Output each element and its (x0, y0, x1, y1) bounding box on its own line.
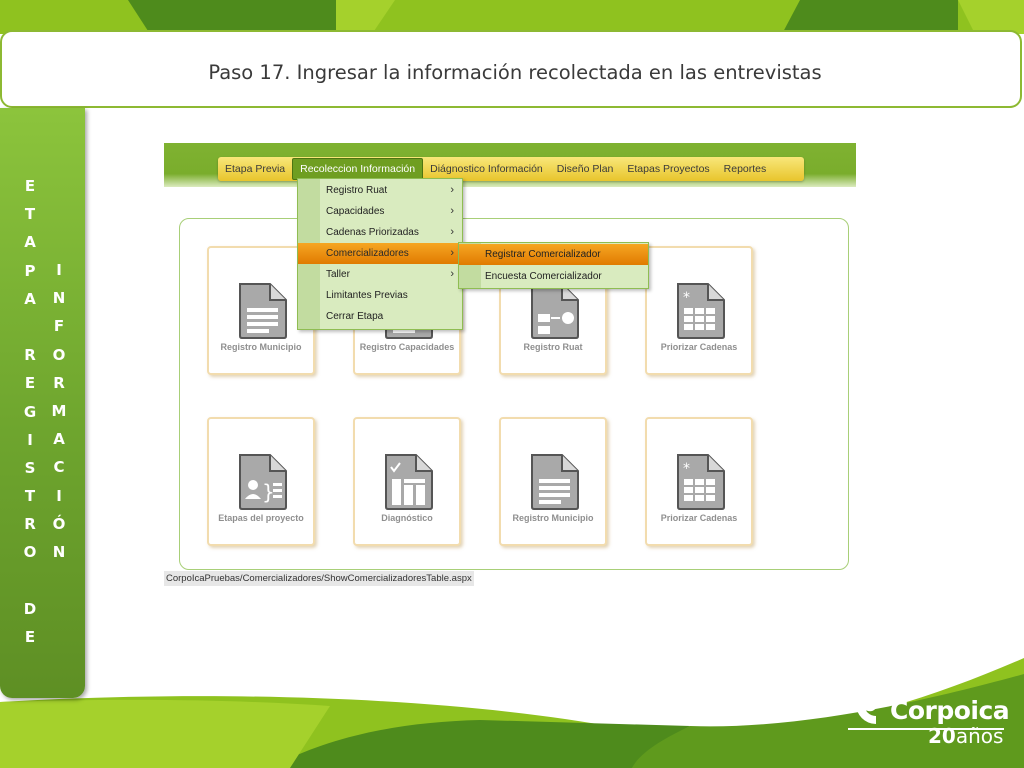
slide-title: Paso 17. Ingresar la información recolec… (208, 60, 822, 84)
flowchart-document-icon (531, 283, 579, 339)
svg-text:*: * (683, 461, 690, 477)
document-lines-icon (531, 454, 579, 510)
side-col1-letter: E (24, 374, 36, 393)
menu-item-capacidades[interactable]: Capacidades › (298, 201, 462, 222)
menu-item-cerrar-etapa[interactable]: Cerrar Etapa (298, 306, 462, 327)
side-col2-letter: C (53, 458, 65, 477)
chevron-right-icon: › (450, 226, 454, 238)
menu-item-cadenas-priorizadas[interactable]: Cadenas Priorizadas › (298, 222, 462, 243)
menu-item-label: Cadenas Priorizadas (326, 227, 419, 238)
side-col2-letter: F (53, 317, 65, 336)
tile-label: Registro Capacidades (359, 342, 455, 352)
checklist-chart-document-icon (385, 454, 433, 510)
logo-years-number: 20 (928, 724, 956, 748)
side-col2-letter: A (53, 430, 65, 449)
menu-item-label: Taller (326, 269, 350, 280)
side-col2-letter: R (53, 373, 65, 392)
side-col2-letter: N (52, 289, 66, 308)
side-panel: ETAPAREGISTRODE INFORMACIÓN (0, 108, 85, 698)
side-col1-letter: R (24, 515, 36, 534)
tile-priorizar-cadenas-2[interactable]: * Priorizar Cadenas (645, 417, 753, 546)
side-col1-letter: G (23, 402, 37, 421)
nav-recoleccion-informacion[interactable]: Recoleccion Información (292, 158, 424, 180)
tile-label: Diagnóstico (381, 513, 433, 523)
tile-label: Registro Municipio (512, 513, 594, 523)
side-col2-letter: M (51, 401, 67, 420)
chevron-right-icon: › (450, 205, 454, 217)
recoleccion-dropdown-menu: Registro Ruat › Capacidades › Cadenas Prio… (297, 178, 463, 330)
tile-label: Priorizar Cadenas (660, 342, 738, 352)
tile-registro-municipio-2[interactable]: Registro Municipio (499, 417, 607, 546)
side-col2-letter: Ó (52, 514, 66, 533)
side-col1-letter: P (24, 261, 36, 280)
chevron-right-icon: › (450, 268, 454, 280)
tile-etapas-del-proyecto[interactable]: } Etapas del proyecto (207, 417, 315, 546)
side-col1-letter: R (24, 346, 36, 365)
nav-etapas-proyectos[interactable]: Etapas Proyectos (620, 157, 716, 181)
menu-item-comercializadores[interactable]: Comercializadores › (298, 243, 462, 264)
side-col1-letter: S (24, 458, 36, 477)
logo-years-text: años (955, 724, 1004, 748)
side-col2-letter: N (52, 542, 66, 561)
side-col1-letter (20, 313, 40, 341)
person-braces-document-icon: } (239, 454, 287, 510)
svg-text:}: } (262, 480, 275, 504)
slide-title-bar: Paso 17. Ingresar la información recolec… (0, 30, 1022, 108)
nav-diseno-plan[interactable]: Diseño Plan (550, 157, 621, 181)
chevron-right-icon: › (450, 247, 454, 259)
tile-label: Priorizar Cadenas (660, 513, 738, 523)
side-vertical-text-informacion: INFORMACIÓN (49, 256, 69, 566)
status-bar-url: CorpoIcaPruebas/Comercializadores/ShowCo… (164, 571, 474, 586)
svg-text:*: * (683, 290, 690, 306)
tile-label: Registro Municipio (220, 342, 302, 352)
side-col2-letter: I (56, 486, 62, 505)
side-vertical-text-etapa-registro-de: ETAPAREGISTRODE (20, 172, 40, 651)
top-decoration (0, 0, 1024, 34)
menu-item-taller[interactable]: Taller › (298, 264, 462, 285)
tile-priorizar-cadenas[interactable]: * Priorizar Cadenas (645, 246, 753, 375)
tile-diagnostico[interactable]: Diagnóstico (353, 417, 461, 546)
grid-star-document-icon: * (677, 454, 725, 510)
side-col1-letter: E (24, 177, 36, 195)
side-col2-letter: I (56, 261, 62, 279)
menu-item-label: Limitantes Previas (326, 290, 408, 301)
grid-star-document-icon: * (677, 283, 725, 339)
comercializadores-submenu: Registrar Comercializador Encuesta Comer… (458, 242, 649, 289)
side-col1-letter: A (24, 289, 36, 308)
nav-etapa-previa[interactable]: Etapa Previa (218, 157, 292, 181)
chevron-right-icon: › (450, 184, 454, 196)
tile-label: Registro Ruat (523, 342, 583, 352)
menu-item-label: Comercializadores (326, 248, 409, 259)
submenu-item-registrar-comercializador[interactable]: Registrar Comercializador (459, 244, 648, 265)
document-lines-icon (239, 283, 287, 339)
tile-label: Etapas del proyecto (218, 513, 304, 523)
logo-wordmark: Corpoica (890, 696, 1010, 725)
menu-item-label: Cerrar Etapa (326, 311, 384, 322)
menu-item-label: Registro Ruat (326, 185, 388, 196)
side-col1-letter: T (24, 487, 36, 506)
submenu-item-encuesta-comercializador[interactable]: Encuesta Comercializador (459, 266, 648, 287)
menu-item-registro-ruat[interactable]: Registro Ruat › (298, 180, 462, 201)
nav-reportes[interactable]: Reportes (717, 157, 774, 181)
logo-anniversary: 20años (928, 724, 1003, 748)
app-screenshot: Etapa Previa Recoleccion Información Diá… (164, 143, 856, 587)
side-col1-letter: A (24, 233, 36, 252)
side-col1-letter: E (24, 628, 36, 646)
menu-item-limitantes-previas[interactable]: Limitantes Previas (298, 285, 462, 306)
side-col1-letter (20, 567, 40, 595)
side-col1-letter: D (23, 599, 37, 618)
side-col1-letter: T (24, 205, 36, 224)
menu-item-label: Capacidades (326, 206, 385, 217)
side-col1-letter: I (27, 430, 33, 449)
side-col2-letter: O (52, 345, 66, 364)
side-col1-letter: O (23, 543, 37, 562)
